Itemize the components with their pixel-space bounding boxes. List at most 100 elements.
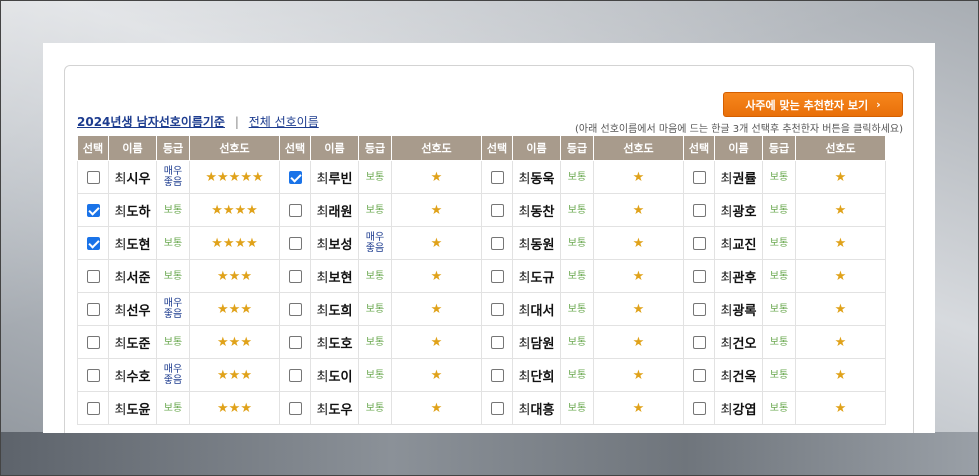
select-checkbox[interactable] — [288, 204, 302, 217]
select-checkbox[interactable] — [86, 336, 100, 349]
recommend-hanja-button[interactable]: 사주에 맞는 추천한자 보기 › — [723, 92, 903, 117]
surname: 최 — [518, 237, 531, 253]
grade-label: 보통 — [365, 402, 385, 414]
preference-cell: ★★★★★ — [189, 160, 280, 194]
select-checkbox[interactable] — [288, 270, 302, 283]
grade-cell: 보통 — [156, 193, 190, 227]
surname: 최 — [518, 303, 531, 319]
select-checkbox[interactable] — [86, 303, 100, 316]
background-strip — [0, 432, 979, 476]
preference-cell: ★ — [593, 193, 684, 227]
select-checkbox[interactable] — [490, 204, 504, 217]
surname: 최 — [720, 171, 733, 187]
name-cell: 최루빈 — [310, 160, 359, 194]
surname: 최 — [114, 237, 127, 253]
select-checkbox[interactable] — [288, 369, 302, 382]
column-header: 선택 — [77, 135, 109, 161]
grade-cell: 보통 — [358, 358, 392, 392]
name-cell: 최강엽 — [714, 391, 763, 425]
given-name: 강엽 — [732, 402, 757, 418]
select-checkbox[interactable] — [86, 270, 100, 283]
surname: 최 — [316, 303, 329, 319]
select-checkbox[interactable] — [86, 204, 100, 217]
given-name: 대서 — [530, 303, 555, 319]
select-checkbox[interactable] — [288, 336, 302, 349]
grade-cell: 보통 — [560, 358, 594, 392]
grade-cell: 보통 — [560, 259, 594, 293]
select-checkbox[interactable] — [288, 237, 302, 250]
surname: 최 — [316, 204, 329, 220]
grade-label: 보통 — [365, 336, 385, 348]
select-checkbox[interactable] — [490, 336, 504, 349]
star-rating-icon: ★ — [430, 334, 443, 350]
grade-label: 보통 — [163, 270, 183, 282]
grade-cell: 보통 — [358, 325, 392, 359]
select-checkbox[interactable] — [490, 402, 504, 415]
grade-cell: 보통 — [762, 325, 796, 359]
given-name: 권률 — [732, 171, 757, 187]
preference-cell: ★ — [391, 358, 482, 392]
select-checkbox[interactable] — [86, 402, 100, 415]
select-checkbox[interactable] — [490, 171, 504, 184]
name-cell: 최담원 — [512, 325, 561, 359]
all-preferred-names-link[interactable]: 전체 선호이름 — [249, 115, 319, 129]
surname: 최 — [114, 402, 127, 418]
select-checkbox[interactable] — [490, 369, 504, 382]
given-name: 도윤 — [126, 402, 151, 418]
name-cell: 최도규 — [512, 259, 561, 293]
select-checkbox[interactable] — [490, 270, 504, 283]
star-rating-icon: ★ — [834, 169, 847, 185]
grade-cell: 보통 — [156, 259, 190, 293]
select-cell — [683, 193, 715, 227]
name-cell: 최도윤 — [108, 391, 157, 425]
select-checkbox[interactable] — [692, 237, 706, 250]
grade-label: 보통 — [567, 369, 587, 381]
select-cell — [481, 325, 513, 359]
select-checkbox[interactable] — [692, 270, 706, 283]
grade-label: 보통 — [567, 171, 587, 183]
select-checkbox[interactable] — [692, 171, 706, 184]
name-cell: 최관후 — [714, 259, 763, 293]
select-checkbox[interactable] — [86, 171, 100, 184]
grade-cell: 보통 — [762, 259, 796, 293]
select-checkbox[interactable] — [692, 303, 706, 316]
star-rating-icon: ★ — [632, 400, 645, 416]
grade-cell: 보통 — [560, 226, 594, 260]
given-name: 보성 — [328, 237, 353, 253]
select-checkbox[interactable] — [692, 402, 706, 415]
select-checkbox[interactable] — [288, 303, 302, 316]
select-checkbox[interactable] — [692, 204, 706, 217]
names-table: 선택 이름 등급 선호도 선택 이름 등급 선호도 선택 이름 등급 선호도 선택 이름 등급 선호도 최시우… — [77, 135, 886, 425]
select-checkbox[interactable] — [86, 237, 100, 250]
select-checkbox[interactable] — [490, 303, 504, 316]
star-rating-icon: ★ — [632, 268, 645, 284]
star-rating-icon: ★ — [430, 202, 443, 218]
select-checkbox[interactable] — [288, 402, 302, 415]
select-checkbox[interactable] — [692, 369, 706, 382]
star-rating-icon: ★★★★ — [211, 235, 258, 251]
grade-label: 매우좋음 — [163, 166, 183, 188]
select-checkbox[interactable] — [692, 336, 706, 349]
star-rating-icon: ★ — [430, 268, 443, 284]
star-rating-icon: ★ — [430, 169, 443, 185]
grade-label: 보통 — [769, 303, 789, 315]
preferred-names-2024-link[interactable]: 2024년생 남자선호이름기준 — [77, 115, 225, 129]
preference-cell: ★ — [593, 292, 684, 326]
preference-cell: ★ — [795, 391, 886, 425]
name-cell: 최광록 — [714, 292, 763, 326]
grade-label: 보통 — [769, 204, 789, 216]
grade-cell: 보통 — [358, 391, 392, 425]
given-name: 대흥 — [530, 402, 555, 418]
column-header: 이름 — [108, 135, 157, 161]
star-rating-icon: ★ — [632, 202, 645, 218]
select-checkbox[interactable] — [288, 171, 302, 184]
name-cell: 최도현 — [108, 226, 157, 260]
given-name: 도규 — [530, 270, 555, 286]
select-checkbox[interactable] — [490, 237, 504, 250]
select-cell — [77, 391, 109, 425]
surname: 최 — [518, 369, 531, 385]
select-cell — [279, 193, 311, 227]
grade-cell: 매우좋음 — [156, 160, 190, 194]
select-checkbox[interactable] — [86, 369, 100, 382]
column-header: 선택 — [481, 135, 513, 161]
